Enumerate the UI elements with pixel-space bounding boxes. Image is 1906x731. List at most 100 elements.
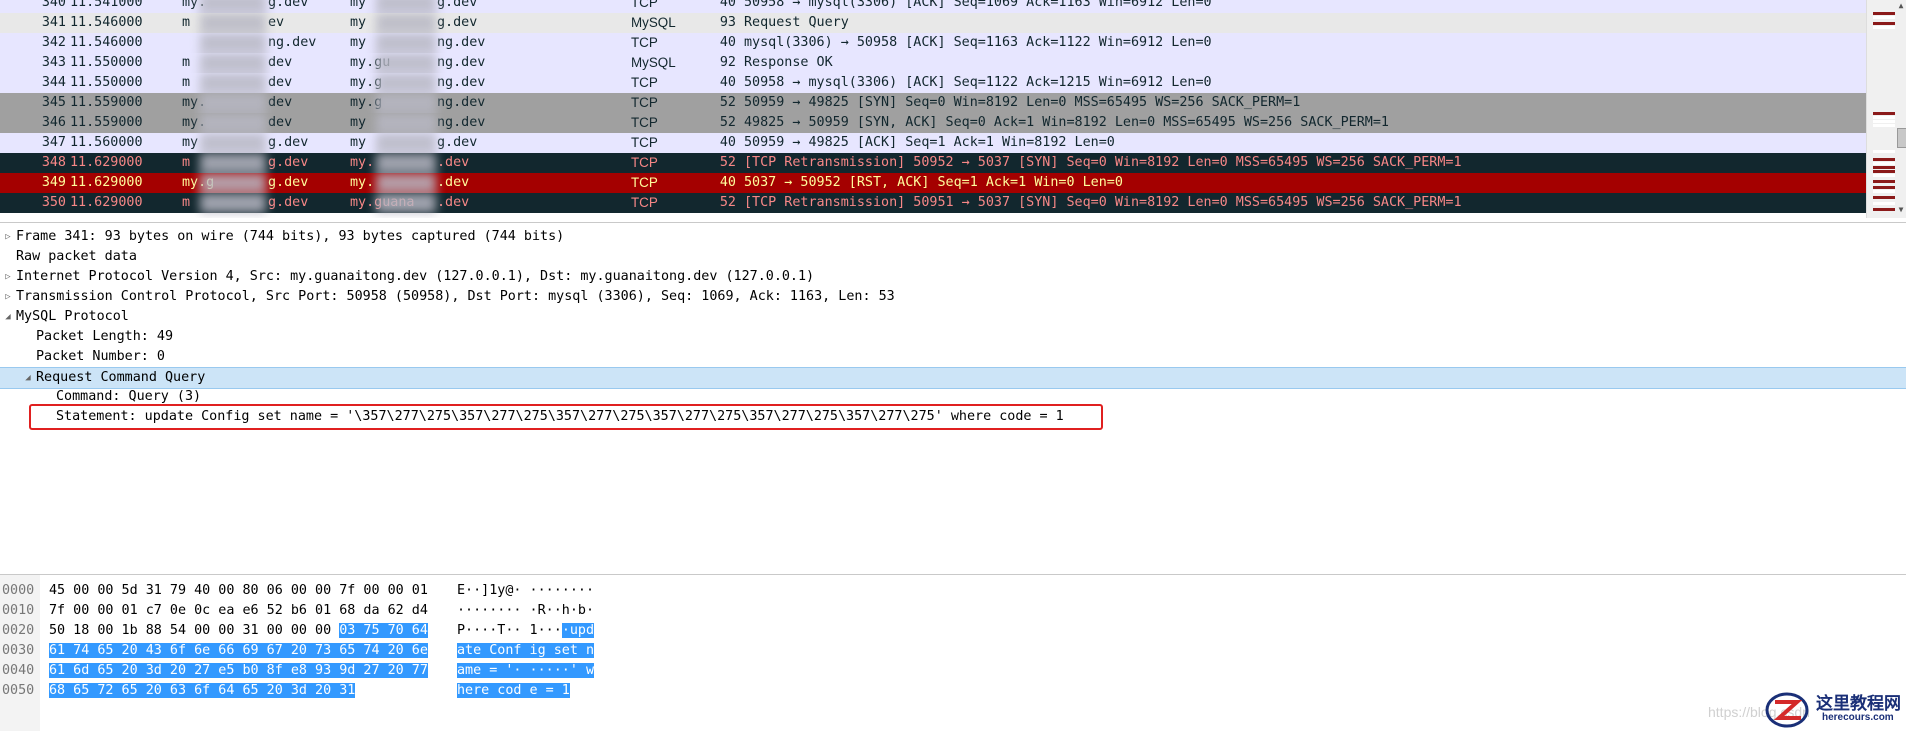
- hex-bytes[interactable]: 7f 00 00 01 c7 0e 0c ea e6 52 b6 01 68 d…: [49, 601, 428, 621]
- packet-list[interactable]: 340 11.541000 my. my TCP 40 50958 → mysql(3306…: [0, 0, 1866, 218]
- packet-destination: my: [350, 0, 367, 10]
- minimap-tick: [1873, 158, 1895, 161]
- packet-length: 52: [719, 95, 736, 110]
- packet-row[interactable]: 348 11.629000 m my. TCP 52 [TCP Retransmission…: [0, 153, 1866, 173]
- packet-destination-suffix: g.dev: [437, 15, 478, 30]
- ascii-bytes-selected: here cod e = 1: [457, 683, 570, 698]
- packet-protocol: TCP: [631, 0, 658, 10]
- expanded-triangle-icon[interactable]: ◢: [2, 307, 14, 327]
- collapsed-triangle-icon[interactable]: ▷: [2, 287, 14, 307]
- scroll-up-arrow-icon[interactable]: ▲: [1896, 1, 1906, 11]
- detail-tree-item[interactable]: Raw packet data: [0, 247, 1906, 267]
- packet-destination: my.: [350, 155, 375, 170]
- packet-destination: my: [350, 15, 367, 30]
- packet-time: 11.559000: [70, 95, 143, 110]
- packet-list-scrollbar[interactable]: ▲ ▼: [1866, 0, 1906, 218]
- packet-protocol: TCP: [631, 75, 658, 90]
- detail-tree-item[interactable]: Packet Number: 0: [0, 347, 1906, 367]
- packet-row[interactable]: 346 11.559000 my. my TCP 52 49825 → 50959 [SYN…: [0, 113, 1866, 133]
- packet-destination-suffix: ng.dev: [437, 55, 486, 70]
- ascii-bytes-selected: ·upd: [561, 623, 595, 638]
- detail-tree-item[interactable]: Packet Length: 49: [0, 327, 1906, 347]
- packet-details-pane: ▷ Frame 341: 93 bytes on wire (744 bits),…: [0, 222, 1906, 573]
- ascii-bytes-selected: ate Conf ig set n: [457, 643, 595, 658]
- packet-row[interactable]: 345 11.559000 my. my.g TCP 52 50959 → 49825 [S…: [0, 93, 1866, 113]
- minimap-tick: [1873, 26, 1895, 29]
- watermark-subtitle: herecours.com: [1822, 712, 1894, 723]
- detail-tree-item[interactable]: ▷ Transmission Control Protocol, Src Port…: [0, 287, 1906, 307]
- redaction-blur: [376, 0, 436, 13]
- minimap-tick: [1873, 162, 1895, 165]
- packet-number: 349: [41, 175, 66, 190]
- ascii-bytes[interactable]: ame = '· ·····' w: [457, 661, 595, 681]
- packet-destination: my.: [350, 175, 375, 190]
- packet-destination-suffix: g.dev: [437, 0, 478, 10]
- detail-tree-label: Request Command Query: [36, 370, 206, 385]
- redaction-blur: [376, 153, 436, 173]
- packet-info: Response OK: [744, 55, 833, 70]
- packet-source: m: [182, 195, 191, 210]
- byte-offset: 0020: [2, 623, 35, 638]
- collapsed-triangle-icon[interactable]: ▷: [2, 227, 14, 247]
- minimap-tick: [1873, 22, 1895, 25]
- packet-length: 52: [719, 115, 736, 130]
- minimap-tick: [1873, 170, 1895, 173]
- packet-row[interactable]: 349 11.629000 my.g my. TCP 40 5037 → 50952 [RS…: [0, 173, 1866, 193]
- ascii-bytes-plain: P····T·· 1···: [457, 623, 562, 638]
- packet-length: 93: [719, 15, 736, 30]
- redaction-blur: [376, 73, 436, 93]
- ascii-bytes[interactable]: ate Conf ig set n: [457, 641, 595, 661]
- redaction-blur: [200, 73, 266, 93]
- redaction-blur: [200, 93, 266, 113]
- ascii-bytes[interactable]: P····T·· 1····upd: [457, 621, 595, 641]
- scrollbar-thumb[interactable]: [1897, 128, 1906, 148]
- hex-bytes[interactable]: 50 18 00 1b 88 54 00 00 31 00 00 00 03 7…: [49, 621, 428, 641]
- packet-row[interactable]: 347 11.560000 my my TCP 40 50959 → 49825 [ACK]…: [0, 133, 1866, 153]
- byte-offset: 0030: [2, 643, 35, 658]
- detail-tree-label: MySQL Protocol: [16, 309, 129, 324]
- ascii-bytes[interactable]: E··]1y@· ········: [457, 581, 594, 601]
- packet-source-suffix: dev: [268, 75, 293, 90]
- ascii-bytes[interactable]: ········ ·R··h·b·: [457, 601, 594, 621]
- packet-info: 50959 → 49825 [ACK] Seq=1 Ack=1 Win=8192…: [744, 135, 1115, 150]
- minimap-tick: [1873, 186, 1895, 189]
- hex-bytes[interactable]: 45 00 00 5d 31 79 40 00 80 06 00 00 7f 0…: [49, 581, 428, 601]
- detail-tree-item[interactable]: ▷ Frame 341: 93 bytes on wire (744 bits),…: [0, 227, 1906, 247]
- packet-source: my: [182, 135, 199, 150]
- packet-row[interactable]: 35011.629000mmy.guanaTCP52[TCP Retransmi…: [0, 193, 1866, 213]
- byte-row: 0050 68 65 72 65 20 63 6f 64 65 20 3d 20 …: [0, 681, 1906, 701]
- detail-tree-item[interactable]: ▷ Internet Protocol Version 4, Src: my.gu…: [0, 267, 1906, 287]
- detail-tree-label: Transmission Control Protocol, Src Port:…: [16, 289, 895, 304]
- hex-bytes[interactable]: 68 65 72 65 20 63 6f 64 65 20 3d 20 31: [49, 681, 356, 701]
- packet-source-suffix: ng.dev: [268, 35, 317, 50]
- packet-bytes-pane: 0000 45 00 00 5d 31 79 40 00 80 06 00 00 …: [0, 574, 1906, 731]
- hex-bytes[interactable]: 61 6d 65 20 3d 20 27 e5 b0 8f e8 93 9d 2…: [49, 661, 428, 681]
- detail-tree-label: Raw packet data: [16, 249, 137, 264]
- packet-time: 11.629000: [70, 195, 143, 210]
- packet-time: 11.541000: [70, 0, 143, 10]
- detail-tree-label: Packet Number: 0: [36, 349, 165, 364]
- byte-row: 0040 61 6d 65 20 3d 20 27 e5 b0 8f e8 93 …: [0, 661, 1906, 681]
- packet-row[interactable]: 341 11.546000 m my MySQL 93 Request Query ev g.d…: [0, 13, 1866, 34]
- minimap-tick: [1873, 174, 1895, 177]
- expanded-triangle-icon[interactable]: ◢: [22, 368, 34, 388]
- packet-row[interactable]: 342 11.546000 my TCP 40 mysql(3306) → 50958 […: [0, 33, 1866, 53]
- minimap-tick: [1873, 124, 1895, 127]
- packet-row[interactable]: 340 11.541000 my. my TCP 40 50958 → mysql(3306…: [0, 0, 1866, 13]
- minimap-tick: [1873, 112, 1895, 115]
- detail-tree-item[interactable]: ◢ Request Command Query: [0, 367, 1906, 389]
- packet-protocol: MySQL: [631, 55, 676, 70]
- collapsed-triangle-icon[interactable]: ▷: [2, 267, 14, 287]
- watermark-title: 这里教程网: [1816, 694, 1901, 714]
- packet-protocol: TCP: [631, 95, 658, 110]
- hex-bytes-plain: 50 18 00 1b 88 54 00 00 31 00 00 00: [49, 623, 340, 638]
- redaction-blur: [376, 193, 436, 213]
- hex-bytes[interactable]: 61 74 65 20 43 6f 6e 66 69 67 20 73 65 7…: [49, 641, 428, 661]
- detail-tree-item[interactable]: ◢ MySQL Protocol: [0, 307, 1906, 327]
- packet-row[interactable]: 343 11.550000 m my.gu MySQL 92 Response OK dev n…: [0, 53, 1866, 73]
- ascii-bytes[interactable]: here cod e = 1: [457, 681, 570, 701]
- packet-row[interactable]: 344 11.550000 m my.g TCP 40 50958 → mysql(3306…: [0, 73, 1866, 93]
- minimap-tick: [1873, 190, 1895, 193]
- scroll-down-arrow-icon[interactable]: ▼: [1896, 205, 1906, 215]
- minimap-tick: [1873, 16, 1895, 19]
